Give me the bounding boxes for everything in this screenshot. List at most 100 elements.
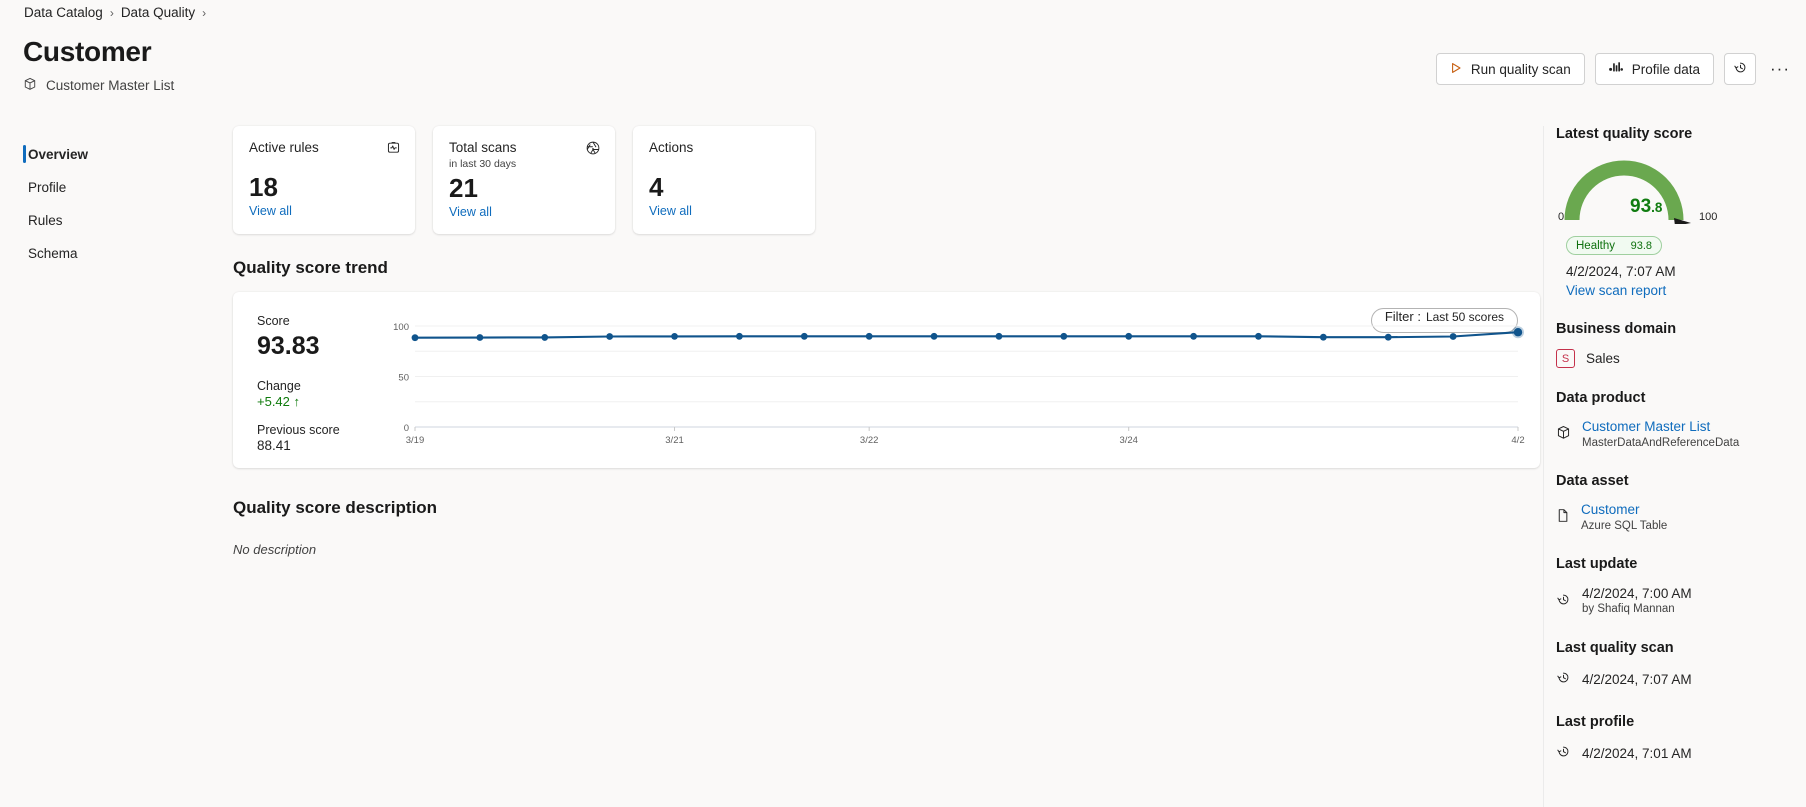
run-quality-scan-label: Run quality scan <box>1471 62 1571 77</box>
package-icon <box>1556 425 1571 445</box>
page-subtitle-label: Customer Master List <box>46 78 174 93</box>
quality-score-line-chart[interactable]: 0501003/193/213/223/244/2 <box>381 320 1526 455</box>
rules-monitor-icon <box>386 140 401 160</box>
stat-card-view-all-link[interactable]: View all <box>649 204 692 218</box>
history-icon <box>1556 670 1571 690</box>
more-options-button[interactable]: ··· <box>1766 55 1794 83</box>
sidebar-item-rules[interactable]: Rules <box>0 204 200 237</box>
stat-card-value: 4 <box>649 172 799 202</box>
data-product-heading: Data product <box>1556 390 1806 406</box>
data-product-name[interactable]: Customer Master List <box>1582 419 1710 434</box>
svg-text:3/24: 3/24 <box>1119 435 1138 446</box>
history-icon <box>1733 60 1748 78</box>
quality-score-trend-card: Score 93.83 Change +5.42 ↑ Previous scor… <box>233 292 1540 468</box>
last-profile-value: 4/2/2024, 7:01 AM <box>1582 745 1692 762</box>
scan-history-button[interactable] <box>1724 53 1756 85</box>
quality-score-trend-heading: Quality score trend <box>233 258 1540 278</box>
svg-text:4/2: 4/2 <box>1511 435 1524 446</box>
header-actions: Run quality scan Profile data ··· <box>1436 53 1794 85</box>
last-update-heading: Last update <box>1556 556 1806 572</box>
latest-scan-timestamp: 4/2/2024, 7:07 AM <box>1566 263 1806 280</box>
document-icon <box>1556 508 1570 528</box>
view-scan-report-link[interactable]: View scan report <box>1566 282 1806 299</box>
breadcrumb-separator-icon: › <box>110 6 114 20</box>
data-asset-row[interactable]: Customer Azure SQL Table <box>1556 501 1806 534</box>
status-badge-value: 93.8 <box>1631 240 1652 252</box>
breadcrumb: Data Catalog › Data Quality › <box>24 5 206 20</box>
data-asset-name[interactable]: Customer <box>1581 502 1640 517</box>
last-quality-scan-heading: Last quality scan <box>1556 640 1806 656</box>
gauge-value: 93.8 <box>1630 196 1662 218</box>
data-asset-heading: Data asset <box>1556 473 1806 489</box>
trend-summary: Score 93.83 Change +5.42 ↑ Previous scor… <box>257 314 367 453</box>
svg-text:3/22: 3/22 <box>860 435 879 446</box>
data-product-row[interactable]: Customer Master List MasterDataAndRefere… <box>1556 418 1806 451</box>
run-quality-scan-button[interactable]: Run quality scan <box>1436 53 1585 85</box>
stat-card-total-scans: Total scans in last 30 days 21 View all <box>433 126 615 234</box>
change-value: +5.42 ↑ <box>257 394 367 409</box>
data-product-sub: MasterDataAndReferenceData <box>1582 436 1739 451</box>
last-update-value: 4/2/2024, 7:00 AM <box>1582 585 1692 602</box>
svg-text:3/19: 3/19 <box>406 435 425 446</box>
previous-score-label: Previous score <box>257 423 367 437</box>
last-quality-scan-row: 4/2/2024, 7:07 AM <box>1556 669 1806 690</box>
stat-cards-row: Active rules 18 View all Total scans in … <box>233 126 1540 234</box>
last-profile-row: 4/2/2024, 7:01 AM <box>1556 743 1806 764</box>
details-rail: Latest quality score 93.8 0 100 Healthy … <box>1543 126 1806 807</box>
history-icon <box>1556 744 1571 764</box>
sidebar-item-overview[interactable]: Overview <box>0 138 200 171</box>
gauge-max-label: 100 <box>1699 211 1717 223</box>
sidebar: Overview Profile Rules Schema <box>0 138 200 270</box>
stat-card-value: 18 <box>249 172 399 202</box>
gauge-value-int: 93 <box>1630 196 1651 217</box>
svg-text:3/21: 3/21 <box>665 435 684 446</box>
business-domain-heading: Business domain <box>1556 321 1806 337</box>
sidebar-item-profile[interactable]: Profile <box>0 171 200 204</box>
status-badge-label: Healthy <box>1576 240 1615 252</box>
svg-text:50: 50 <box>398 373 409 384</box>
sidebar-item-schema[interactable]: Schema <box>0 237 200 270</box>
change-label: Change <box>257 379 367 393</box>
stat-card-actions: Actions 4 View all <box>633 126 815 234</box>
breadcrumb-item-data-quality[interactable]: Data Quality <box>121 5 195 20</box>
stat-card-value: 21 <box>449 173 599 203</box>
gauge-value-dec: .8 <box>1651 200 1662 215</box>
profile-data-button[interactable]: Profile data <box>1595 53 1714 85</box>
sidebar-item-label: Schema <box>28 246 78 261</box>
domain-chip-icon: S <box>1556 349 1575 368</box>
business-domain-name: Sales <box>1586 350 1620 367</box>
data-asset-sub: Azure SQL Table <box>1581 519 1667 534</box>
package-icon <box>23 77 37 94</box>
stat-card-title: Actions <box>649 140 799 156</box>
play-icon <box>1450 62 1462 77</box>
last-quality-scan-value: 4/2/2024, 7:07 AM <box>1582 671 1692 688</box>
page-subtitle: Customer Master List <box>23 77 174 94</box>
page-title: Customer <box>23 36 151 68</box>
business-domain-row[interactable]: S Sales <box>1556 349 1806 368</box>
score-value: 93.83 <box>257 329 367 363</box>
bar-chart-icon <box>1609 61 1623 77</box>
quality-score-gauge: 93.8 0 100 <box>1558 158 1798 230</box>
history-icon <box>1556 592 1571 612</box>
last-update-row: 4/2/2024, 7:00 AM by Shafiq Mannan <box>1556 585 1806 617</box>
svg-text:100: 100 <box>393 322 409 333</box>
previous-score-value: 88.41 <box>257 438 367 453</box>
score-label: Score <box>257 314 367 328</box>
sidebar-item-label: Overview <box>28 147 88 162</box>
breadcrumb-separator-icon-2: › <box>202 6 206 20</box>
sidebar-item-label: Profile <box>28 180 66 195</box>
status-badge: Healthy 93.8 <box>1566 236 1662 255</box>
stat-card-title: Active rules <box>249 140 399 156</box>
last-update-author: by Shafiq Mannan <box>1582 602 1692 617</box>
stat-card-view-all-link[interactable]: View all <box>449 205 492 219</box>
stat-card-subtitle: in last 30 days <box>449 158 599 170</box>
stat-card-view-all-link[interactable]: View all <box>249 204 292 218</box>
gauge-min-label: 0 <box>1558 211 1564 223</box>
quality-score-description-text: No description <box>233 542 1540 557</box>
aperture-scan-icon <box>585 140 601 161</box>
stat-card-title: Total scans <box>449 140 599 156</box>
stat-card-active-rules: Active rules 18 View all <box>233 126 415 234</box>
main-content: Active rules 18 View all Total scans in … <box>233 126 1540 557</box>
breadcrumb-item-data-catalog[interactable]: Data Catalog <box>24 5 103 20</box>
sidebar-item-label: Rules <box>28 213 63 228</box>
